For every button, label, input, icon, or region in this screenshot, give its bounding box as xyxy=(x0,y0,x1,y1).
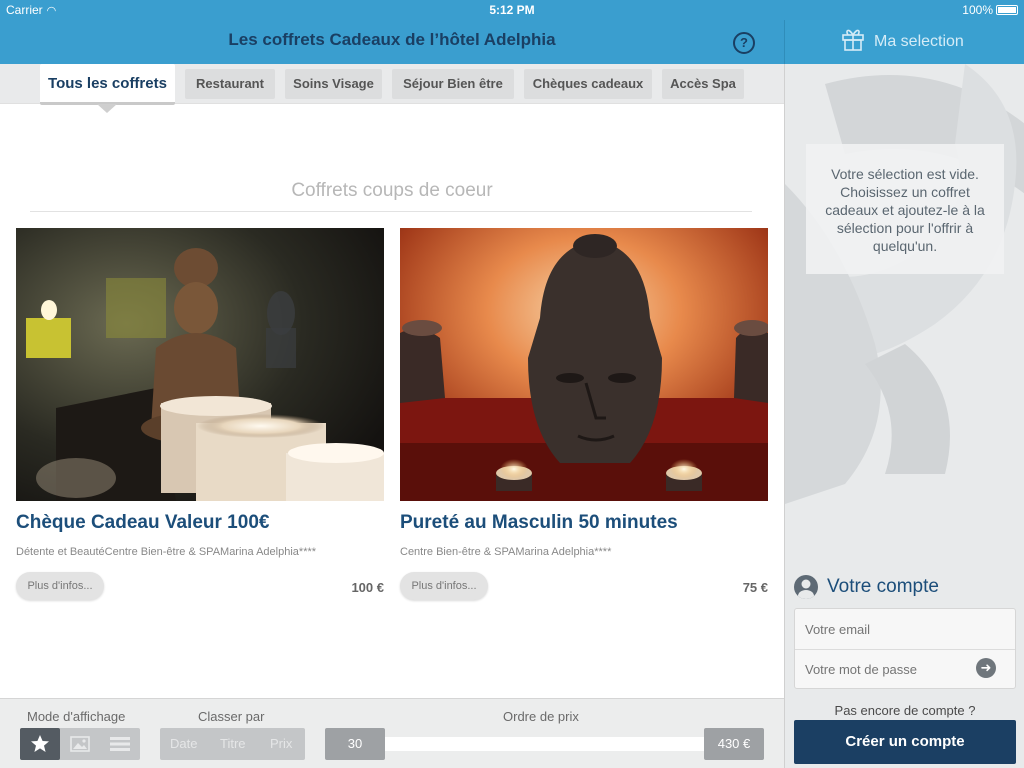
account-title: Votre compte xyxy=(827,576,939,597)
login-form: ➜ xyxy=(794,608,1016,689)
price-order-label: Ordre de prix xyxy=(503,709,579,724)
more-info-button[interactable]: Plus d'infos... xyxy=(400,572,488,600)
tab-restaurant[interactable]: Restaurant xyxy=(185,69,275,99)
clock: 5:12 PM xyxy=(489,3,535,17)
sort-selector: Date Titre Prix xyxy=(160,728,305,760)
product-subtitle: Détente et BeautéCentre Bien-être & SPAM… xyxy=(16,546,317,558)
tab-sejour[interactable]: Séjour Bien être xyxy=(392,69,514,99)
active-tab-pointer xyxy=(97,104,117,113)
bottom-toolbar: Mode d'affichage Classer par Date Titre … xyxy=(0,698,784,768)
product-subtitle: Centre Bien-être & SPAMarina Adelphia***… xyxy=(400,546,612,558)
product-title[interactable]: Chèque Cadeau Valeur 100€ xyxy=(16,512,269,534)
battery-icon xyxy=(996,5,1018,15)
ribbon-illustration xyxy=(785,64,1024,504)
selection-title: Ma selection xyxy=(874,33,964,50)
create-account-button[interactable]: Créer un compte xyxy=(794,720,1016,764)
sort-title[interactable]: Titre xyxy=(220,728,246,760)
tab-cheques[interactable]: Chèques cadeaux xyxy=(524,69,652,99)
price-max-handle[interactable]: 430 € xyxy=(704,728,764,760)
sort-price[interactable]: Prix xyxy=(270,728,292,760)
product-price: 100 € xyxy=(351,580,384,595)
product-card[interactable]: Chèque Cadeau Valeur 100€ Détente et Bea… xyxy=(16,228,384,608)
login-divider xyxy=(795,649,1015,650)
product-image[interactable] xyxy=(400,228,768,501)
selection-panel: Votre sélection est vide. Choisissez un … xyxy=(784,64,1024,768)
password-field[interactable] xyxy=(805,662,970,677)
arrow-right-icon[interactable]: ➜ xyxy=(976,658,996,678)
sort-label: Classer par xyxy=(198,709,265,724)
list-icon[interactable] xyxy=(100,728,140,760)
gift-icon xyxy=(842,29,864,51)
selection-header[interactable]: Ma selection xyxy=(784,20,1024,64)
email-field[interactable] xyxy=(805,622,1005,637)
display-mode-label: Mode d'affichage xyxy=(27,709,126,724)
product-image[interactable] xyxy=(16,228,384,501)
display-mode-selector xyxy=(20,728,140,760)
section-divider xyxy=(30,211,752,212)
tab-all[interactable]: Tous les coffrets xyxy=(40,64,175,105)
tab-acces-spa[interactable]: Accès Spa xyxy=(662,69,744,99)
sort-date[interactable]: Date xyxy=(170,728,197,760)
price-range-track[interactable] xyxy=(385,737,705,751)
product-price: 75 € xyxy=(742,580,768,595)
page-title: Les coffrets Cadeaux de l’hôtel Adelphia xyxy=(228,30,556,49)
more-info-button[interactable]: Plus d'infos... xyxy=(16,572,104,600)
tab-soins-visage[interactable]: Soins Visage xyxy=(285,69,382,99)
star-icon[interactable] xyxy=(20,728,60,760)
user-icon xyxy=(794,575,818,599)
no-account-label: Pas encore de compte ? xyxy=(834,703,976,718)
help-button[interactable]: ? xyxy=(733,32,755,54)
product-card[interactable]: Pureté au Masculin 50 minutes Centre Bie… xyxy=(400,228,768,608)
product-title[interactable]: Pureté au Masculin 50 minutes xyxy=(400,512,678,534)
status-bar: Carrier ◠ 5:12 PM 100% xyxy=(0,0,1024,20)
empty-selection-message: Votre sélection est vide. Choisissez un … xyxy=(825,166,985,254)
image-icon[interactable] xyxy=(60,728,100,760)
category-tabs: Tous les coffrets Restaurant Soins Visag… xyxy=(0,64,784,105)
section-title: Coffrets coups de coeur xyxy=(291,180,493,201)
price-min-handle[interactable]: 30 xyxy=(325,728,385,760)
battery-indicator: 100% xyxy=(962,3,1018,17)
